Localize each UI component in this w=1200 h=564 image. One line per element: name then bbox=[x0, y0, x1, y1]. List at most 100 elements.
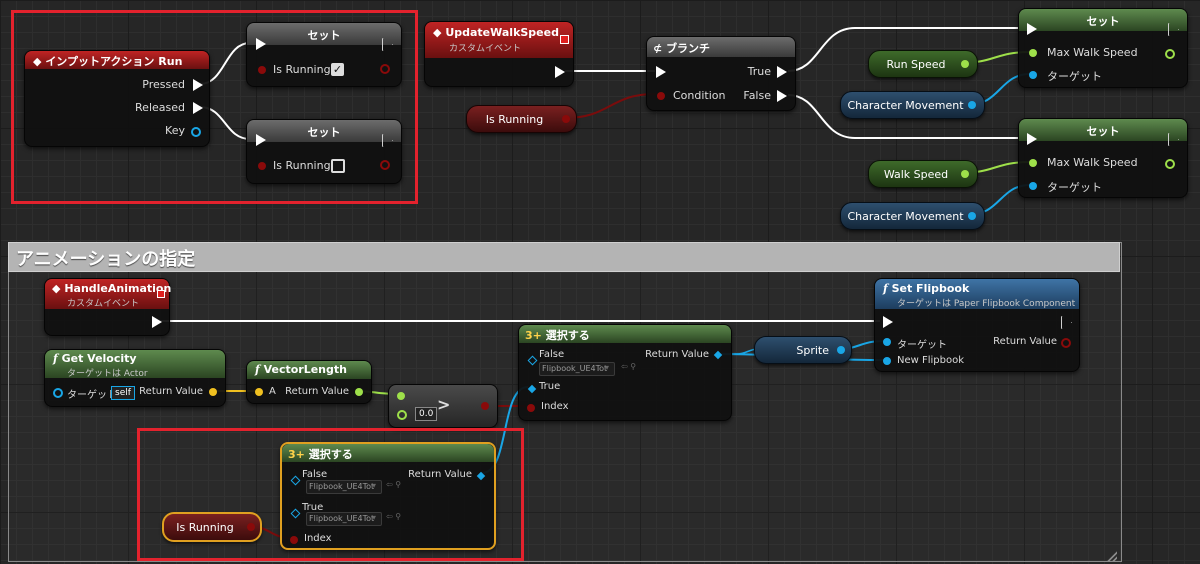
is-running-checkbox-unchecked[interactable] bbox=[331, 159, 345, 173]
b-default-value[interactable]: 0.0 bbox=[415, 407, 438, 421]
true-asset-dropdown[interactable]: Flipbook_UE4Tot bbox=[306, 512, 382, 526]
update-walk-speed-event-node[interactable]: ◆ UpdateWalkSpeed カスタムイベント bbox=[424, 21, 574, 87]
object-output-pin[interactable] bbox=[968, 212, 976, 220]
run-speed-getter[interactable]: Run Speed bbox=[868, 50, 978, 78]
a-input-pin[interactable] bbox=[255, 388, 263, 396]
target-pin[interactable] bbox=[883, 338, 891, 346]
vector-length-node[interactable]: f VectorLength A Return Value bbox=[246, 360, 372, 404]
is-running-output-pin[interactable] bbox=[380, 64, 390, 74]
is-running-checkbox-checked[interactable]: ✓ bbox=[331, 63, 344, 76]
variable-label: Character Movement bbox=[847, 98, 964, 112]
new-flipbook-pin[interactable] bbox=[883, 357, 891, 365]
is-running-getter-selected[interactable]: Is Running bbox=[162, 512, 262, 542]
return-value-pin[interactable] bbox=[713, 350, 723, 360]
get-velocity-node[interactable]: f Get Velocity ターゲットは Actor ターゲット self R… bbox=[44, 349, 226, 407]
is-running-input-pin[interactable] bbox=[258, 66, 266, 74]
false-asset-dropdown[interactable]: Flipbook_UE4Tot bbox=[306, 480, 382, 494]
max-walk-speed-output-pin[interactable] bbox=[1165, 159, 1175, 169]
exec-out-pin[interactable] bbox=[152, 316, 162, 328]
node-title: 選択する bbox=[545, 329, 590, 342]
character-movement-getter[interactable]: Character Movement bbox=[840, 91, 985, 119]
pin-label-target: ターゲット bbox=[1047, 70, 1102, 83]
index-input-pin[interactable] bbox=[527, 404, 535, 412]
bool-output-pin[interactable] bbox=[1061, 338, 1071, 348]
set-flipbook-node[interactable]: f Set Flipbook ターゲットは Paper Flipbook Com… bbox=[874, 278, 1080, 372]
pin-label-target: ターゲット bbox=[897, 340, 947, 351]
delegate-pin[interactable] bbox=[157, 290, 165, 298]
exec-out-pin[interactable] bbox=[1168, 23, 1178, 35]
is-running-output-pin[interactable] bbox=[380, 160, 390, 170]
false-asset-dropdown[interactable]: Flipbook_UE4Tot bbox=[539, 362, 615, 376]
branch-node[interactable]: ⊄ ブランチ True Condition False bbox=[646, 36, 796, 111]
delegate-pin[interactable] bbox=[560, 35, 569, 44]
b-input-pin[interactable] bbox=[397, 410, 407, 420]
is-running-getter[interactable]: Is Running bbox=[466, 105, 577, 133]
object-output-pin[interactable] bbox=[837, 346, 845, 354]
true-input-pin[interactable] bbox=[527, 384, 537, 394]
max-walk-speed-output-pin[interactable] bbox=[1165, 49, 1175, 59]
exec-out-pin[interactable] bbox=[382, 134, 392, 146]
exec-in-pin[interactable] bbox=[883, 316, 893, 328]
exec-out-pin[interactable] bbox=[555, 66, 565, 78]
sprite-getter[interactable]: Sprite bbox=[754, 336, 852, 364]
false-input-pin[interactable] bbox=[290, 475, 301, 486]
browse-icon[interactable]: ⇦ ⚲ bbox=[386, 480, 401, 489]
set-is-running-true-node[interactable]: セット Is Running ✓ bbox=[246, 22, 402, 87]
a-input-pin[interactable] bbox=[397, 392, 405, 400]
pressed-exec-pin[interactable] bbox=[193, 79, 203, 91]
exec-in-pin[interactable] bbox=[1027, 133, 1037, 145]
browse-icon[interactable]: ⇦ ⚲ bbox=[386, 512, 401, 521]
walk-speed-getter[interactable]: Walk Speed bbox=[868, 160, 978, 188]
node-title: セット bbox=[307, 29, 341, 42]
exec-in-pin[interactable] bbox=[256, 38, 266, 50]
target-pin[interactable] bbox=[1029, 182, 1037, 190]
exec-out-pin[interactable] bbox=[1168, 133, 1178, 145]
true-exec-pin[interactable] bbox=[777, 66, 787, 78]
pin-label-condition: Condition bbox=[673, 89, 726, 102]
browse-icon[interactable]: ⇦ ⚲ bbox=[621, 362, 636, 371]
false-input-pin[interactable] bbox=[527, 355, 538, 366]
set-max-walk-speed-node-top[interactable]: セット Max Walk Speed ターゲット bbox=[1018, 8, 1188, 88]
return-value-pin[interactable] bbox=[476, 471, 486, 481]
select-node-top[interactable]: 3+ 選択する False Flipbook_UE4Tot ▾ ⇦ ⚲ Retu… bbox=[518, 324, 732, 421]
released-exec-pin[interactable] bbox=[193, 102, 203, 114]
set-max-walk-speed-node-bottom[interactable]: セット Max Walk Speed ターゲット bbox=[1018, 118, 1188, 198]
node-title: VectorLength bbox=[263, 363, 347, 376]
exec-in-pin[interactable] bbox=[1027, 23, 1037, 35]
character-movement-getter[interactable]: Character Movement bbox=[840, 202, 985, 230]
vector-output-pin[interactable] bbox=[209, 388, 217, 396]
float-output-pin[interactable] bbox=[961, 170, 969, 178]
true-input-pin[interactable] bbox=[290, 508, 301, 519]
exec-in-pin[interactable] bbox=[656, 66, 666, 78]
target-pin[interactable] bbox=[1029, 71, 1037, 79]
bool-output-pin[interactable] bbox=[562, 115, 570, 123]
float-output-pin[interactable] bbox=[961, 60, 969, 68]
exec-in-pin[interactable] bbox=[256, 134, 266, 146]
node-title: 選択する bbox=[308, 448, 353, 461]
is-running-input-pin[interactable] bbox=[258, 162, 266, 170]
input-action-run-node[interactable]: ◆ インプットアクション Run Pressed Released Key bbox=[24, 50, 210, 147]
index-input-pin[interactable] bbox=[290, 536, 298, 544]
exec-out-pin[interactable] bbox=[1061, 316, 1071, 328]
bool-output-pin[interactable] bbox=[247, 523, 255, 531]
greater-than-node[interactable]: 0.0 > bbox=[388, 384, 498, 428]
pin-label-new-flipbook: New Flipbook bbox=[897, 355, 965, 366]
false-exec-pin[interactable] bbox=[777, 90, 787, 102]
handle-animation-event-node[interactable]: ◆ HandleAnimation カスタムイベント bbox=[44, 278, 171, 336]
target-pin[interactable] bbox=[53, 388, 63, 398]
max-walk-speed-input-pin[interactable] bbox=[1029, 49, 1037, 57]
variable-label: Is Running bbox=[485, 112, 544, 126]
max-walk-speed-input-pin[interactable] bbox=[1029, 159, 1037, 167]
float-output-pin[interactable] bbox=[355, 388, 363, 396]
self-default-value[interactable]: self bbox=[111, 386, 135, 400]
object-output-pin[interactable] bbox=[968, 101, 976, 109]
condition-pin[interactable] bbox=[657, 92, 665, 100]
set-is-running-false-node[interactable]: セット Is Running bbox=[246, 119, 402, 184]
key-struct-pin[interactable] bbox=[191, 127, 201, 137]
comment-resize-handle[interactable] bbox=[1105, 549, 1117, 561]
exec-out-pin[interactable] bbox=[382, 38, 392, 50]
node-title: Set Flipbook bbox=[891, 282, 970, 295]
bool-output-pin[interactable] bbox=[481, 402, 489, 410]
chevron-down-icon: ▾ bbox=[605, 363, 610, 372]
select-node-bottom[interactable]: 3+ 選択する False Flipbook_UE4Tot ▾ ⇦ ⚲ Retu… bbox=[280, 442, 496, 550]
